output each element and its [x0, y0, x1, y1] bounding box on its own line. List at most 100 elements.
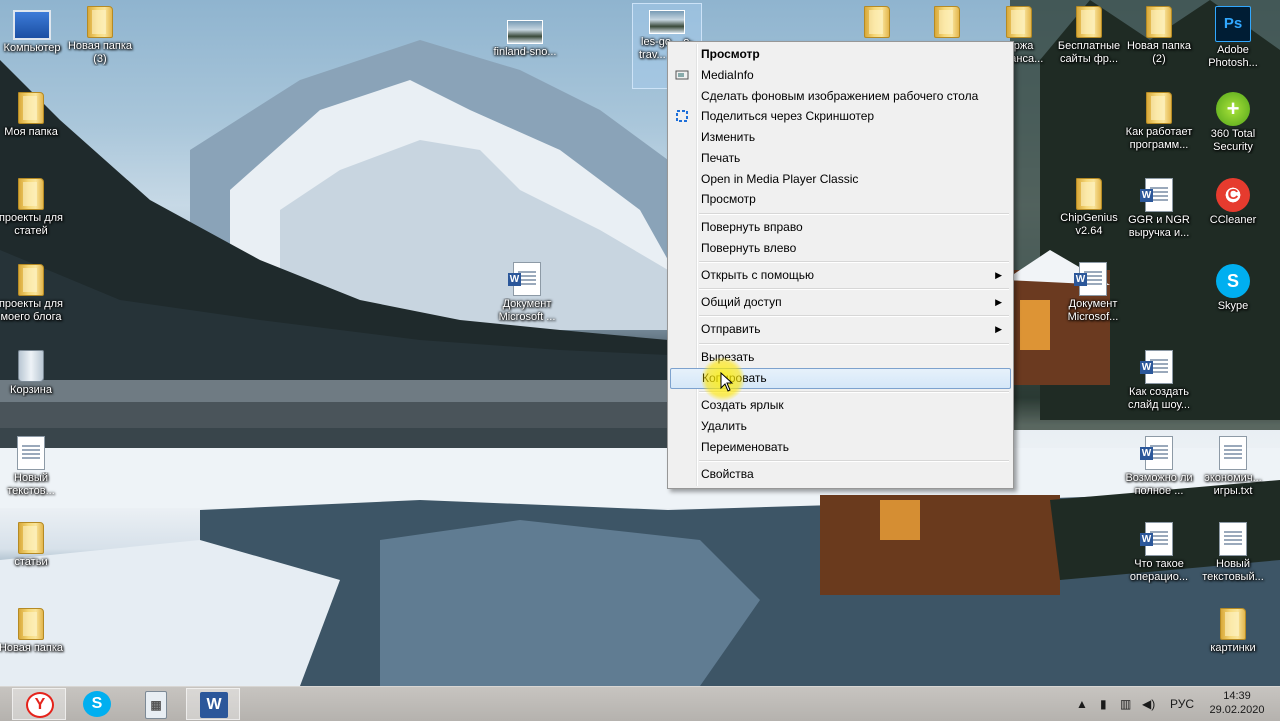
folder-projects-blog[interactable]: проекты для моего блога [0, 264, 68, 324]
menu-item-13[interactable]: Вырезать [670, 347, 1011, 368]
app-label: CCleaner [1209, 214, 1257, 226]
language-indicator[interactable]: РУС [1170, 687, 1194, 721]
file-label: Что такое операцио... [1129, 558, 1189, 583]
file-economy-games[interactable]: экономич... игры.txt [1196, 436, 1270, 498]
app-skype[interactable]: S Skype [1196, 264, 1270, 313]
image-finland-snow[interactable]: finland-sno... [488, 14, 562, 59]
menu-item-11[interactable]: Общий доступ ▶ [670, 292, 1011, 313]
word-document-right[interactable]: Документ Microsof... [1056, 262, 1130, 324]
menu-item-2[interactable]: Сделать фоновым изображением рабочего ст… [670, 86, 1011, 107]
menu-item-18[interactable]: Свойства [670, 464, 1011, 485]
menu-item-12[interactable]: Отправить ▶ [670, 319, 1011, 340]
menu-item-1[interactable]: MediaInfo [670, 65, 1011, 86]
computer-icon[interactable]: Компьютер [0, 6, 69, 55]
folder-new-folder-2[interactable]: Новая папка (2) [1122, 6, 1196, 66]
menu-item-0[interactable]: Просмотр [670, 44, 1011, 65]
menu-item-label: Отправить [701, 322, 761, 336]
folder-label: Моя папка [4, 126, 58, 138]
menu-item-4[interactable]: Изменить [670, 127, 1011, 148]
folder-icon [18, 178, 44, 210]
file-new-text[interactable]: Новый текстов... [0, 436, 68, 498]
word-document-possible[interactable]: Возможно ли полное ... [1122, 436, 1196, 498]
battery-icon[interactable]: ▮ [1100, 687, 1107, 721]
clock[interactable]: 14:39 29.02.2020 [1202, 689, 1272, 717]
word-document-ggr[interactable]: GGR и NGR выручка и... [1122, 178, 1196, 240]
file-label: Документ Microsof... [1067, 298, 1119, 323]
recycle-bin[interactable]: Корзина [0, 350, 68, 397]
file-new-text-2[interactable]: Новый текстовый... [1196, 522, 1270, 584]
menu-item-8[interactable]: Повернуть вправо [670, 217, 1011, 238]
calculator-icon: ▦ [145, 691, 167, 719]
folder-label: Как работает программ... [1125, 126, 1193, 151]
word-document-icon [508, 262, 541, 296]
app-photoshop[interactable]: Ps Adobe Photosh... [1196, 6, 1270, 70]
volume-icon[interactable]: ◀) [1142, 687, 1155, 721]
folder-icon [1076, 178, 1102, 210]
computer-glyph-icon [13, 10, 51, 40]
menu-separator [699, 261, 1009, 263]
folder-pictures[interactable]: картинки [1196, 608, 1270, 655]
taskbar-skype[interactable]: S [70, 688, 124, 720]
submenu-arrow-icon: ▶ [995, 297, 1002, 307]
clock-date: 29.02.2020 [1209, 704, 1265, 716]
recycle-bin-label: Корзина [10, 384, 52, 396]
menu-item-7[interactable]: Просмотр [670, 189, 1011, 210]
word-document-slideshow[interactable]: Как создать слайд шоу... [1122, 350, 1196, 412]
app-360-total-security[interactable]: + 360 Total Security [1196, 92, 1270, 154]
taskbar-calculator[interactable]: ▦ [128, 688, 182, 720]
folder-icon [864, 6, 890, 38]
folder-my-folder[interactable]: Моя папка [0, 92, 68, 139]
menu-item-3[interactable]: Поделиться через Скриншотер [670, 106, 1011, 127]
wallpaper [0, 0, 1280, 686]
folder-top-1[interactable] [840, 6, 914, 40]
recycle-bin-icon [18, 350, 44, 382]
taskbar-yandex-browser[interactable]: Y [12, 688, 66, 720]
file-label: Документ Microsoft ... [498, 298, 556, 323]
file-label: экономич... игры.txt [1204, 472, 1262, 497]
folder-chipgenius[interactable]: ChipGenius v2.64 [1052, 178, 1126, 238]
menu-item-16[interactable]: Удалить [670, 416, 1011, 437]
folder-top-2[interactable] [910, 6, 984, 40]
image-thumbnail-icon [649, 10, 685, 34]
file-label: finland-sno... [493, 46, 557, 58]
word-document-center[interactable]: Документ Microsoft ... [490, 262, 564, 324]
menu-item-17[interactable]: Переименовать [670, 437, 1011, 458]
photoshop-icon: Ps [1215, 6, 1251, 42]
folder-new-folder-3[interactable]: Новая папка (3) [63, 6, 137, 66]
menu-item-label: Open in Media Player Classic [701, 172, 859, 186]
text-document-icon [1219, 436, 1247, 470]
word-document-operation[interactable]: Что такое операцио... [1122, 522, 1196, 584]
app-ccleaner[interactable]: C CCleaner [1196, 178, 1270, 227]
folder-free-sites[interactable]: Бесплатные сайты фр... [1052, 6, 1126, 66]
menu-item-label: Переименовать [701, 440, 789, 454]
folder-label: Новая папка [0, 642, 64, 654]
word-document-icon [1140, 436, 1173, 470]
submenu-arrow-icon: ▶ [995, 324, 1002, 334]
folder-icon [1146, 92, 1172, 124]
submenu-arrow-icon: ▶ [995, 270, 1002, 280]
folder-label: Новая папка (2) [1126, 40, 1192, 65]
menu-item-15[interactable]: Создать ярлык [670, 395, 1011, 416]
menu-separator [699, 213, 1009, 215]
menu-item-9[interactable]: Повернуть влево [670, 238, 1011, 259]
taskbar-word[interactable]: W [186, 688, 240, 720]
file-label: GGR и NGR выручка и... [1128, 214, 1190, 239]
menu-separator [699, 288, 1009, 290]
skype-icon: S [83, 691, 111, 717]
menu-item-label: Общий доступ [701, 295, 782, 309]
folder-label: Бесплатные сайты фр... [1057, 40, 1121, 65]
folder-label: картинки [1210, 642, 1256, 654]
menu-item-10[interactable]: Открыть с помощью ▶ [670, 265, 1011, 286]
mouse-pointer-icon [720, 372, 734, 392]
menu-item-6[interactable]: Open in Media Player Classic [670, 169, 1011, 190]
show-hidden-icons-icon[interactable]: ▲ [1076, 687, 1088, 721]
folder-articles[interactable]: статьи [0, 522, 68, 569]
folder-projects-articles[interactable]: проекты для статей [0, 178, 68, 238]
yandex-browser-icon: Y [26, 692, 54, 718]
menu-item-5[interactable]: Печать [670, 148, 1011, 169]
menu-item-label: Свойства [701, 467, 754, 481]
desktop[interactable]: Компьютер Новая папка (3) Моя папка прое… [0, 0, 1280, 686]
folder-new-folder[interactable]: Новая папка [0, 608, 68, 655]
folder-how-programs-work[interactable]: Как работает программ... [1122, 92, 1196, 152]
network-icon[interactable]: ▥ [1120, 687, 1131, 721]
